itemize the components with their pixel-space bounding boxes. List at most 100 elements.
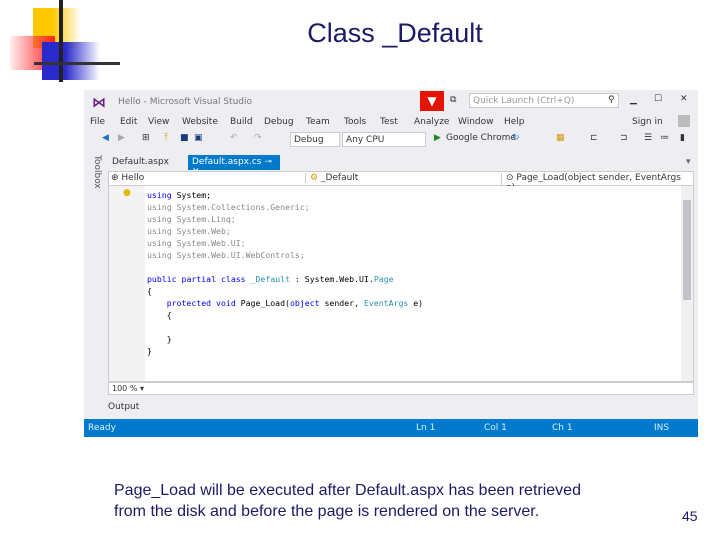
vs-logo-icon: ⋈ — [92, 95, 106, 111]
code-token: System; — [171, 190, 212, 200]
minimize-button[interactable]: ▁ — [630, 95, 637, 105]
slide-caption: Page_Load will be executed after Default… — [114, 480, 581, 522]
forward-icon[interactable]: ▶ — [118, 133, 125, 143]
bookmark-icon[interactable]: ▮ — [680, 133, 685, 143]
save-icon[interactable]: ■ — [180, 133, 189, 143]
menu-team[interactable]: Team — [306, 117, 330, 127]
comment-icon[interactable]: ☰ — [644, 133, 652, 143]
code-line: using System; — [147, 189, 423, 201]
code-line: protected void Page_Load(object sender, … — [147, 297, 423, 309]
back-icon[interactable]: ◀ — [102, 133, 109, 143]
toolbox-tab[interactable]: Toolbox — [88, 155, 102, 195]
code-text[interactable]: using System; using System.Collections.Ge… — [147, 189, 423, 357]
refresh-icon[interactable]: ↻ — [512, 133, 520, 143]
class-name: _Default — [320, 173, 359, 183]
output-tab[interactable]: Output — [108, 402, 139, 412]
new-project-icon[interactable]: ⊞ — [142, 133, 150, 143]
zoom-value: 100 % — [112, 384, 138, 393]
code-token: void — [216, 298, 236, 308]
code-line: { — [147, 309, 423, 321]
visual-studio-window: ⋈ Hello - Microsoft Visual Studio ▼ ⧉ Qu… — [84, 90, 698, 437]
menu-window[interactable]: Window — [458, 117, 494, 127]
menu-file[interactable]: File — [90, 117, 105, 127]
find-icon[interactable]: ▦ — [556, 133, 565, 143]
lightbulb-icon[interactable]: ● — [123, 188, 131, 198]
code-token: using — [147, 214, 172, 224]
code-token: public — [147, 274, 177, 284]
save-all-icon[interactable]: ▣ — [194, 133, 203, 143]
code-token: partial — [181, 274, 217, 284]
code-line: using System.Linq; — [147, 213, 423, 225]
line-number: Ln 1 — [416, 423, 436, 433]
maximize-button[interactable]: ☐ — [654, 94, 662, 104]
menu-view[interactable]: View — [148, 117, 169, 127]
code-token: System.Web.UI; — [171, 238, 246, 248]
project-dropdown[interactable]: ⊕ Hello — [111, 173, 301, 183]
status-text: Ready — [88, 423, 116, 433]
tab-overflow-icon[interactable]: ▾ — [682, 155, 695, 170]
menu-test[interactable]: Test — [380, 117, 398, 127]
quick-launch-input[interactable]: Quick Launch (Ctrl+Q) — [469, 93, 619, 108]
menu-build[interactable]: Build — [230, 117, 253, 127]
code-token: e) — [408, 298, 424, 308]
menu-analyze[interactable]: Analyze — [414, 117, 449, 127]
run-target-button[interactable]: Google Chrome — [446, 133, 516, 143]
menu-debug[interactable]: Debug — [264, 117, 294, 127]
step-icon[interactable]: ⊏ — [590, 133, 598, 143]
close-button[interactable]: ✕ — [680, 94, 688, 104]
code-line: public partial class _Default : System.W… — [147, 273, 423, 285]
window-title: Hello - Microsoft Visual Studio — [118, 97, 252, 107]
platform-select[interactable]: Any CPU — [342, 132, 426, 147]
code-token: class — [220, 274, 246, 284]
feedback-icon[interactable]: ⧉ — [450, 95, 456, 105]
search-icon[interactable]: ⚲ — [608, 95, 615, 105]
configuration-select[interactable]: Debug — [290, 132, 340, 147]
sign-in-link[interactable]: Sign in — [632, 117, 663, 127]
undo-icon[interactable]: ↶ — [230, 133, 238, 143]
insert-mode: INS — [654, 423, 670, 433]
code-line: } — [147, 333, 423, 345]
open-icon[interactable]: ⤒ — [164, 133, 168, 143]
tab-label: Default.aspx.cs — [192, 157, 262, 167]
code-editor[interactable]: ● using System; using System.Collections.… — [108, 186, 694, 382]
scrollbar-thumb[interactable] — [683, 200, 691, 300]
code-line: { — [147, 285, 423, 297]
redo-icon[interactable]: ↷ — [254, 133, 262, 143]
pin-icon[interactable]: ⊸ — [264, 157, 272, 167]
code-token: object — [289, 298, 320, 308]
tab-default-aspx-cs[interactable]: Default.aspx.cs ⊸ ✕ — [188, 155, 280, 177]
zoom-level-select[interactable]: 100 % ▾ — [108, 382, 694, 395]
code-token: Page_Load( — [235, 298, 290, 308]
start-icon[interactable]: ▶ — [434, 133, 441, 143]
code-token: using — [147, 226, 172, 236]
menu-help[interactable]: Help — [504, 117, 525, 127]
caption-line: from the disk and before the page is ren… — [114, 503, 540, 520]
code-line: } — [147, 345, 423, 357]
account-icon[interactable] — [678, 115, 690, 127]
code-token: using — [147, 250, 172, 260]
code-line: using System.Web.UI; — [147, 237, 423, 249]
menu-website[interactable]: Website — [182, 117, 218, 127]
code-token: System.Collections.Generic; — [171, 202, 310, 212]
step-out-icon[interactable]: ⊐ — [620, 133, 628, 143]
code-token: System.Web; — [171, 226, 231, 236]
code-token: using — [147, 190, 172, 200]
code-line: using System.Web; — [147, 225, 423, 237]
uncomment-icon[interactable]: ≔ — [660, 133, 669, 143]
status-bar: Ready Ln 1 Col 1 Ch 1 INS — [84, 419, 698, 437]
code-token: { — [147, 310, 172, 320]
menu-tools[interactable]: Tools — [344, 117, 366, 127]
notification-flag-icon[interactable]: ▼ — [420, 91, 444, 111]
menu-bar: Help Window Analyze Test Tools Team Debug Build… — [84, 113, 698, 131]
code-token: } — [147, 346, 152, 356]
menu-edit[interactable]: Edit — [120, 117, 137, 127]
slide-title: Class _Default — [307, 18, 483, 48]
code-line: using System.Web.UI.WebControls; — [147, 249, 423, 261]
class-dropdown[interactable]: ⚙ _Default — [305, 173, 495, 183]
tab-default-aspx[interactable]: Default.aspx — [108, 155, 173, 170]
code-token: System.Web.UI.WebControls; — [171, 250, 305, 260]
code-token: using — [147, 202, 172, 212]
vertical-scrollbar[interactable] — [681, 186, 693, 381]
